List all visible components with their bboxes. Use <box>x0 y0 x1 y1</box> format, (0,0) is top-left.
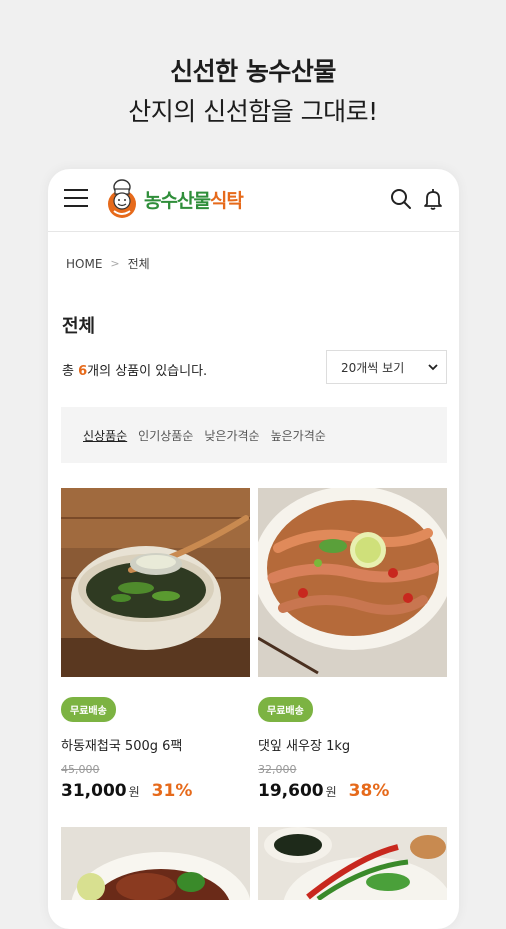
price-line: 31,000 원 31% <box>61 781 250 801</box>
app-screen: 농수산물식탁 HOME > 전체 전체 총 6개의 상품이 있습니다. 20개씩… <box>48 169 459 929</box>
product-image[interactable] <box>258 827 447 900</box>
sort-options: 신상품순 인기상품순 낮은가격순 높은가격순 <box>61 407 447 463</box>
discount-rate: 31% <box>151 781 193 801</box>
promo-subheadline: 산지의 신선함을 그대로! <box>128 97 378 126</box>
shrimp-dish-image <box>258 488 447 677</box>
view-count-value: 20개씩 보기 <box>341 360 405 375</box>
currency-unit: 원 <box>128 785 140 799</box>
breadcrumb-home[interactable]: HOME <box>66 257 102 271</box>
currency-unit: 원 <box>325 785 337 799</box>
brand-name-green: 농수산물 <box>144 189 211 212</box>
promo-headline: 신선한 농수산물 <box>170 57 336 86</box>
discount-rate: 38% <box>348 781 390 801</box>
sale-price: 19,600 <box>258 781 324 801</box>
brand-name-orange: 식탁 <box>209 189 244 212</box>
free-shipping-badge: 무료배송 <box>258 697 313 722</box>
sort-price-low[interactable]: 낮은가격순 <box>204 427 259 444</box>
original-price: 32,000 <box>258 763 297 776</box>
promo-banner: 신선한 농수산물 산지의 신선함을 그대로! <box>0 52 506 128</box>
original-price: 45,000 <box>61 763 100 776</box>
product-image[interactable] <box>258 488 447 677</box>
product-image[interactable] <box>61 488 250 677</box>
count-prefix: 총 <box>62 364 79 379</box>
page-title: 전체 <box>62 316 96 337</box>
app-header: 농수산물식탁 <box>48 169 459 232</box>
breadcrumb-current: 전체 <box>127 257 150 271</box>
price-line: 19,600 원 38% <box>258 781 447 801</box>
product-count: 총 6개의 상품이 있습니다. <box>62 360 207 379</box>
search-icon[interactable] <box>389 187 413 211</box>
sort-popular[interactable]: 인기상품순 <box>138 427 193 444</box>
side-dish-image <box>258 827 447 900</box>
product-name[interactable]: 하동재첩국 500g 6팩 <box>61 735 250 754</box>
product-name[interactable]: 댓잎 새우장 1kg <box>258 735 447 754</box>
sort-newest[interactable]: 신상품순 <box>83 427 127 444</box>
product-image[interactable] <box>61 827 250 900</box>
bell-icon[interactable] <box>421 187 445 211</box>
breadcrumb-separator: > <box>110 257 120 270</box>
product-card[interactable] <box>258 827 447 900</box>
menu-icon[interactable] <box>64 189 88 207</box>
count-suffix: 개의 상품이 있습니다. <box>87 364 208 379</box>
product-card[interactable]: 무료배송 댓잎 새우장 1kg 32,000 19,600 원 38% <box>258 488 447 801</box>
breadcrumb: HOME > 전체 <box>66 255 150 272</box>
sale-price: 31,000 <box>61 781 127 801</box>
chef-mascot-icon <box>108 179 136 218</box>
product-card[interactable]: 무료배송 하동재첩국 500g 6팩 45,000 31,000 원 31% <box>61 488 250 801</box>
view-count-select[interactable]: 20개씩 보기 <box>326 350 447 384</box>
clam-soup-image <box>61 488 250 677</box>
count-number: 6 <box>78 364 88 379</box>
free-shipping-badge: 무료배송 <box>61 697 116 722</box>
brand-logo[interactable]: 농수산물식탁 <box>104 179 244 219</box>
sort-price-high[interactable]: 높은가격순 <box>271 427 326 444</box>
chevron-down-icon <box>428 364 438 371</box>
product-card[interactable] <box>61 827 250 900</box>
meat-dish-image <box>61 827 250 900</box>
brand-name: 농수산물식탁 <box>144 186 244 213</box>
